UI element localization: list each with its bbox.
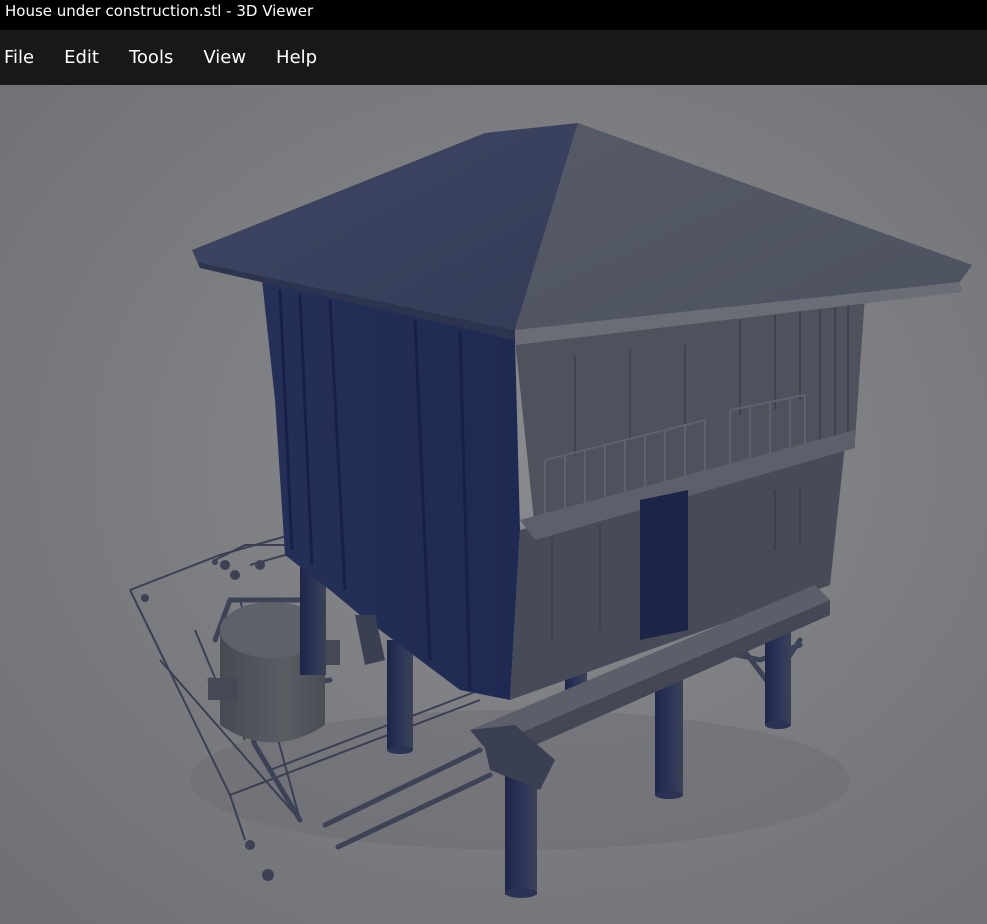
menu-file[interactable]: File bbox=[4, 47, 34, 68]
doorway bbox=[640, 490, 688, 640]
menu-tools[interactable]: Tools bbox=[129, 47, 173, 68]
menu-bar: File Edit Tools View Help bbox=[0, 30, 987, 85]
pillar bbox=[505, 775, 537, 895]
pillar bbox=[655, 680, 683, 795]
3d-viewport[interactable] bbox=[0, 85, 987, 924]
window-title: House under construction.stl - 3D Viewer bbox=[5, 2, 314, 20]
model-render[interactable] bbox=[0, 85, 987, 924]
window-titlebar: House under construction.stl - 3D Viewer bbox=[0, 0, 987, 30]
menu-edit[interactable]: Edit bbox=[64, 47, 99, 68]
menu-view[interactable]: View bbox=[203, 47, 246, 68]
pillar bbox=[387, 640, 413, 750]
menu-help[interactable]: Help bbox=[276, 47, 317, 68]
